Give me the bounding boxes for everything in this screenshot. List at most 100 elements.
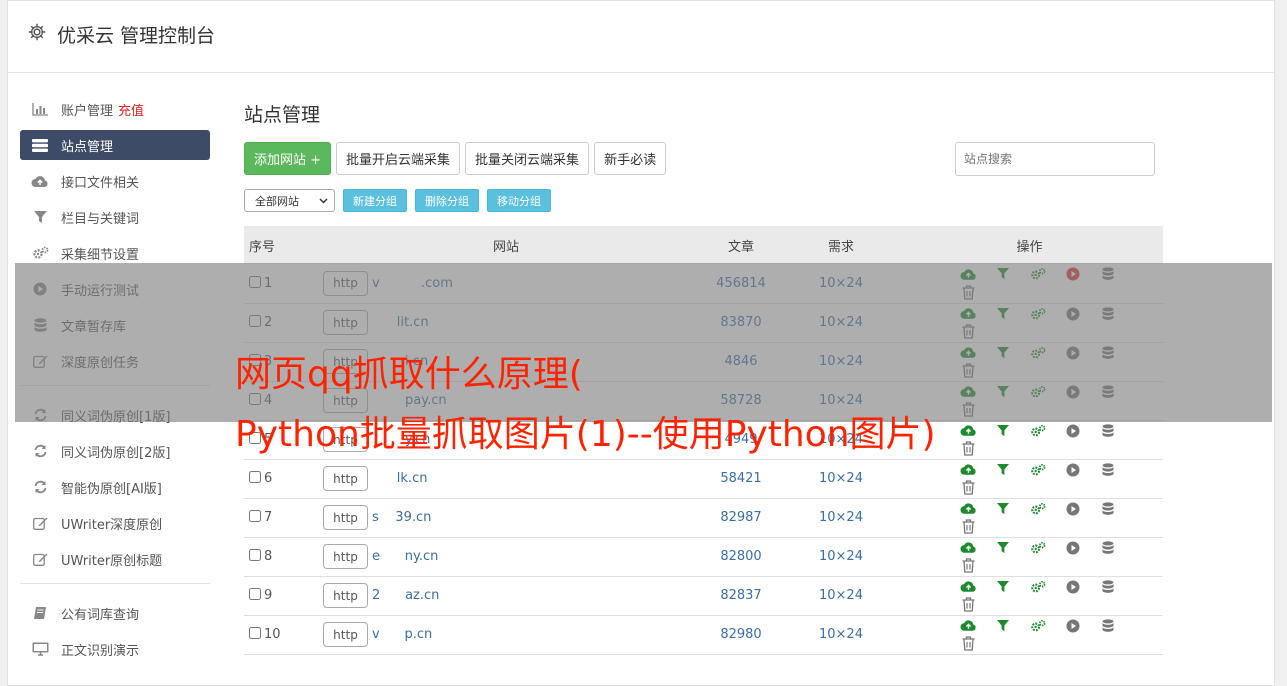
- cogs-icon[interactable]: [1029, 539, 1047, 557]
- row-ops-cell: [896, 576, 1163, 615]
- filter-icon[interactable]: [994, 461, 1012, 479]
- sidebar-item-group3-1[interactable]: 正文识别演示: [20, 634, 210, 664]
- sidebar-item-group1-1[interactable]: 站点管理: [20, 130, 210, 160]
- database-icon[interactable]: [1099, 578, 1117, 596]
- batch-open-cloud-button[interactable]: 批量开启云端采集: [336, 142, 461, 175]
- article-count-link[interactable]: 82987: [696, 498, 786, 537]
- trash-icon[interactable]: [959, 518, 977, 536]
- row-number: 6: [264, 471, 273, 486]
- demand-link[interactable]: 10×24: [786, 498, 896, 537]
- demand-link[interactable]: 10×24: [786, 576, 896, 615]
- sidebar-item-label: 智能伪原创[AI版]: [61, 481, 162, 497]
- move-group-button[interactable]: 移动分组: [487, 189, 551, 212]
- play-icon[interactable]: [1064, 461, 1082, 479]
- guide-button[interactable]: 新手必读: [594, 142, 667, 175]
- play-icon[interactable]: [1064, 500, 1082, 518]
- row-number: 9: [264, 588, 273, 603]
- table-header-row: 序号 网站 文章 需求 操作: [244, 226, 1163, 264]
- header-no: 序号: [249, 239, 276, 255]
- sidebar-item-group2-2[interactable]: 智能伪原创[AI版]: [20, 472, 210, 502]
- refresh-icon: [31, 444, 49, 458]
- article-count-link[interactable]: 82800: [696, 537, 786, 576]
- play-icon[interactable]: [1064, 539, 1082, 557]
- add-site-button[interactable]: 添加网站 +: [244, 142, 332, 175]
- cogs-icon[interactable]: [1029, 422, 1047, 440]
- toolbar: 添加网站 + 批量开启云端采集 批量关闭云端采集 新手必读: [244, 142, 667, 175]
- edit-icon: [31, 552, 49, 566]
- site-domain-link[interactable]: v p.cn: [372, 627, 432, 642]
- monitor-icon: [31, 642, 49, 656]
- sidebar-item-group2-1[interactable]: 同义词伪原创[2版]: [20, 436, 210, 466]
- site-domain-link[interactable]: e ny.cn: [372, 549, 438, 564]
- table-row: 9 http 2 az.cn 82837 10×24: [244, 576, 1163, 615]
- filter-icon[interactable]: [994, 500, 1012, 518]
- bar-chart-icon: [31, 102, 49, 116]
- delete-group-button[interactable]: 删除分组: [415, 189, 479, 212]
- demand-link[interactable]: 10×24: [786, 537, 896, 576]
- cloud-upload-icon[interactable]: [959, 461, 977, 479]
- cogs-icon[interactable]: [1029, 461, 1047, 479]
- new-group-button[interactable]: 新建分组: [343, 189, 407, 212]
- row-checkbox[interactable]: [249, 627, 261, 639]
- cloud-upload-icon[interactable]: [959, 617, 977, 635]
- sidebar-item-label: 站点管理: [61, 139, 114, 155]
- site-search-input[interactable]: [955, 142, 1155, 176]
- group-select-value: 全部网站: [255, 194, 299, 208]
- row-ops-cell: [896, 537, 1163, 576]
- article-count-link[interactable]: 82837: [696, 576, 786, 615]
- site-domain-link[interactable]: 2 az.cn: [372, 588, 439, 603]
- database-icon[interactable]: [1099, 539, 1117, 557]
- cogs-icon[interactable]: [1029, 578, 1047, 596]
- trash-icon[interactable]: [959, 557, 977, 575]
- database-icon[interactable]: [1099, 617, 1117, 635]
- sidebar-item-group2-3[interactable]: UWriter深度原创: [20, 508, 210, 538]
- row-checkbox[interactable]: [249, 471, 261, 483]
- table-row: 10 http v p.cn 82980 10×24: [244, 615, 1163, 654]
- sidebar-item-label: UWriter深度原创: [61, 517, 163, 533]
- play-icon[interactable]: [1064, 617, 1082, 635]
- filter-icon[interactable]: [994, 422, 1012, 440]
- cloud-upload-icon[interactable]: [959, 500, 977, 518]
- sidebar-item-group3-0[interactable]: 公有词库查询: [20, 598, 210, 628]
- row-ops-cell: [896, 498, 1163, 537]
- sidebar-item-group2-4[interactable]: UWriter原创标题: [20, 544, 210, 574]
- table-row: 7 http s 39.cn 82987 10×24: [244, 498, 1163, 537]
- row-no-cell: 9: [244, 576, 316, 615]
- batch-close-cloud-button[interactable]: 批量关闭云端采集: [465, 142, 590, 175]
- cloud-upload-icon: [31, 174, 49, 188]
- cloud-upload-icon[interactable]: [959, 539, 977, 557]
- sidebar-item-group1-0[interactable]: 账户管理 充值: [20, 94, 210, 124]
- cloud-upload-icon[interactable]: [959, 578, 977, 596]
- database-icon[interactable]: [1099, 500, 1117, 518]
- cogs-icon[interactable]: [1029, 617, 1047, 635]
- sidebar-item-group1-2[interactable]: 接口文件相关: [20, 166, 210, 196]
- filter-icon[interactable]: [994, 578, 1012, 596]
- chevron-down-icon: [319, 197, 328, 204]
- site-domain-link[interactable]: lk.cn: [372, 471, 428, 486]
- row-checkbox[interactable]: [249, 510, 261, 522]
- sidebar-item-group1-3[interactable]: 栏目与关键词: [20, 202, 210, 232]
- trash-icon[interactable]: [959, 440, 977, 458]
- cloud-upload-icon[interactable]: [959, 422, 977, 440]
- demand-link[interactable]: 10×24: [786, 615, 896, 654]
- play-icon[interactable]: [1064, 422, 1082, 440]
- filter-icon: [31, 210, 49, 224]
- filter-icon[interactable]: [994, 617, 1012, 635]
- database-icon[interactable]: [1099, 461, 1117, 479]
- group-select[interactable]: 全部网站: [244, 189, 335, 212]
- trash-icon[interactable]: [959, 596, 977, 614]
- trash-icon[interactable]: [959, 635, 977, 653]
- article-count-link[interactable]: 82980: [696, 615, 786, 654]
- database-icon[interactable]: [1099, 422, 1117, 440]
- trash-icon[interactable]: [959, 479, 977, 497]
- cogs-icon[interactable]: [1029, 500, 1047, 518]
- sidebar-divider: [20, 583, 210, 584]
- site-domain-link[interactable]: s 39.cn: [372, 510, 431, 525]
- recharge-link[interactable]: 充值: [118, 100, 144, 119]
- cogs-icon: [31, 246, 49, 260]
- row-checkbox[interactable]: [249, 549, 261, 561]
- sidebar-item-label: 接口文件相关: [61, 175, 140, 191]
- play-icon[interactable]: [1064, 578, 1082, 596]
- filter-icon[interactable]: [994, 539, 1012, 557]
- row-checkbox[interactable]: [249, 588, 261, 600]
